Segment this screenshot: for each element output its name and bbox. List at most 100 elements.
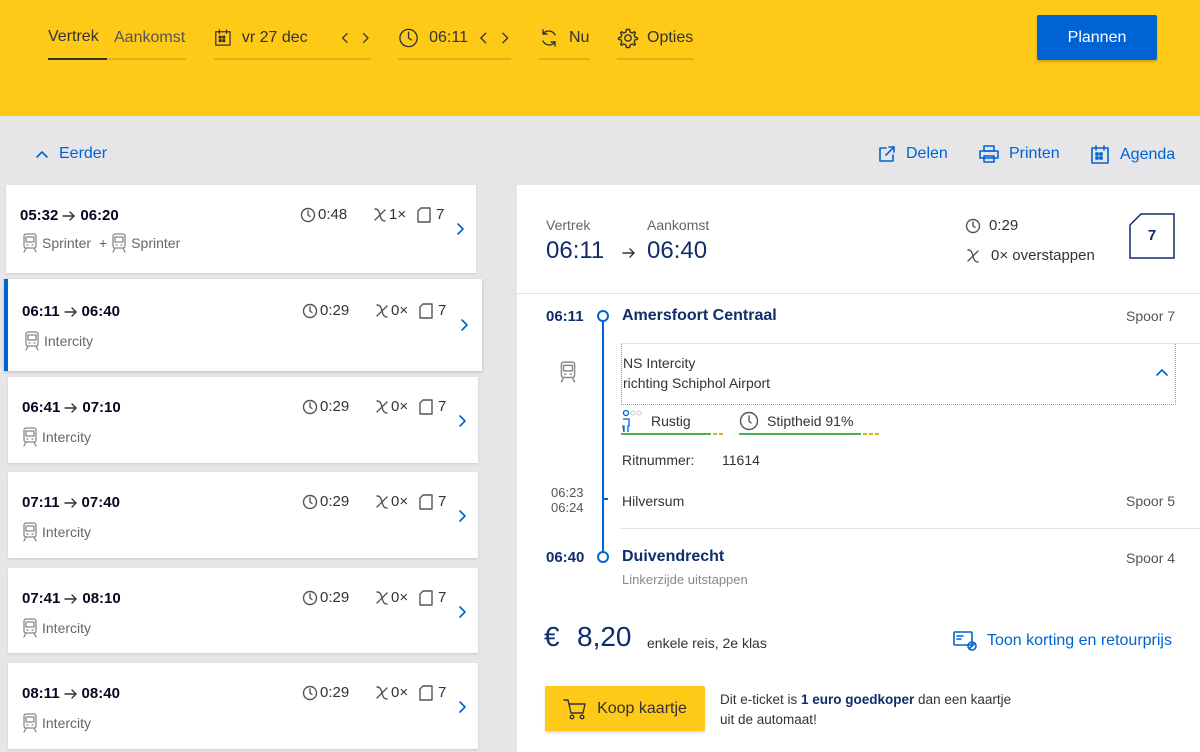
trip-changes: 0× <box>374 398 408 415</box>
trip-card[interactable]: 08:11 08:40 0:29 0× 7 Intercity <box>8 663 478 749</box>
trip-card[interactable]: 06:41 07:10 0:29 0× 7 Intercity <box>8 377 478 463</box>
buy-label: Koop kaartje <box>597 699 687 717</box>
clock-icon <box>739 411 759 431</box>
trip-card[interactable]: 07:41 08:10 0:29 0× 7 Intercity <box>8 568 478 653</box>
now-button[interactable]: Nu <box>539 18 590 60</box>
duration-value: 0:29 <box>320 302 350 319</box>
arrive-time: 08:40 <box>81 685 120 702</box>
date-selector[interactable]: vr 27 dec <box>214 18 371 60</box>
eticket-note: Dit e-ticket is 1 euro goedkoper dan een… <box>720 690 1011 730</box>
exit-side-note: Linkerzijde uitstappen <box>622 572 748 587</box>
tab-vertrek[interactable]: Vertrek <box>48 18 107 60</box>
chevron-right-icon <box>457 223 464 235</box>
platform-icon <box>419 493 433 510</box>
crowding-label: Rustig <box>651 413 691 429</box>
trip-trains: Intercity <box>24 331 93 351</box>
detail-duration: 0:29 <box>965 217 1018 234</box>
trip-trains: Sprinter + Sprinter <box>22 233 180 253</box>
agenda-link[interactable]: Agenda <box>1090 145 1175 165</box>
chevron-right-icon <box>459 701 466 713</box>
trip-platform: 7 <box>419 684 446 701</box>
person-icon <box>622 409 642 433</box>
chevron-right-icon[interactable] <box>499 31 511 45</box>
eticket-bold: 1 euro goedkoper <box>801 692 915 707</box>
discount-link[interactable]: Toon korting en retourprijs <box>953 630 1172 652</box>
stop-tick <box>603 498 608 500</box>
trip-changes: 0× <box>374 302 408 319</box>
ritnummer-value: 11614 <box>722 452 760 468</box>
platform-badge-value: 7 <box>1147 227 1157 244</box>
platform-icon <box>419 589 433 606</box>
to-time: 06:40 <box>546 549 585 566</box>
share-link[interactable]: Delen <box>878 145 948 163</box>
arrow-right-icon <box>622 248 635 258</box>
clock-icon <box>965 218 981 233</box>
detail-changes: 0× overstappen <box>965 247 1095 264</box>
earlier-link[interactable]: Eerder <box>35 145 107 163</box>
changes-value: 0× overstappen <box>991 247 1095 264</box>
time-value: 06:11 <box>429 29 468 46</box>
punctuality-bar <box>739 433 861 435</box>
arrive-time: 06:40 <box>81 303 120 320</box>
trip-duration: 0:29 <box>302 493 349 510</box>
depart-time: 06:11 <box>22 303 60 320</box>
transfer-icon <box>376 590 388 605</box>
detail-arrive-time: 06:40 <box>647 237 708 264</box>
from-platform: Spoor 7 <box>1126 308 1176 324</box>
changes-value: 0× <box>391 493 409 510</box>
train-info-toggle[interactable]: NS Intercity richting Schiphol Airport <box>621 343 1176 405</box>
clock-icon <box>302 685 318 700</box>
trip-card[interactable]: 05:32 06:20 0:48 1× 7 Sprinter + Sprinte… <box>6 185 476 273</box>
transfer-icon <box>376 399 388 414</box>
from-station: Amersfoort Centraal <box>622 307 777 324</box>
trip-platform: 7 <box>419 302 446 319</box>
calendar-icon <box>1091 145 1109 164</box>
aankomst-label: Aankomst <box>647 217 710 233</box>
divider <box>621 528 1200 529</box>
train-icon <box>560 361 576 383</box>
buy-ticket-button[interactable]: Koop kaartje <box>545 686 705 731</box>
chevron-left-icon[interactable] <box>340 31 351 45</box>
stop-dot <box>597 310 609 322</box>
clock-icon <box>399 28 418 48</box>
train-type: Sprinter <box>131 235 181 251</box>
time-selector[interactable]: 06:11 <box>398 18 511 60</box>
trip-times: 07:11 07:40 <box>22 494 120 511</box>
plan-button[interactable]: Plannen <box>1037 15 1157 60</box>
eticket-text: uit de automaat! <box>720 712 817 727</box>
trip-platform: 7 <box>419 493 446 510</box>
trip-times: 06:11 06:40 <box>22 303 120 320</box>
platform-icon <box>419 398 433 415</box>
chevron-right-icon <box>459 510 466 522</box>
chevron-up-icon <box>36 151 48 158</box>
train-icon <box>23 618 37 638</box>
detail-depart-time: 06:11 <box>546 237 605 264</box>
changes-value: 1× <box>389 206 407 223</box>
trip-card-selected[interactable]: 06:11 06:40 0:29 0× 7 Intercity <box>4 279 482 371</box>
chevron-right-icon[interactable] <box>360 31 371 45</box>
train-icon <box>25 331 39 351</box>
divider <box>517 293 1200 294</box>
arrow-right-icon <box>62 210 76 221</box>
duration-value: 0:29 <box>320 398 350 415</box>
depart-time: 07:11 <box>22 494 60 511</box>
punctuality-label: Stiptheid 91% <box>767 413 854 429</box>
tab-aankomst[interactable]: Aankomst <box>114 29 185 47</box>
trip-times: 06:41 07:10 <box>22 399 121 416</box>
chevron-right-icon <box>459 606 466 618</box>
from-time: 06:11 <box>546 308 584 325</box>
chevron-left-icon[interactable] <box>478 31 490 45</box>
platform-value: 7 <box>436 206 445 223</box>
refresh-icon <box>542 29 556 47</box>
train-operator: NS Intercity <box>623 355 696 371</box>
options-button[interactable]: Opties <box>617 18 694 60</box>
platform-badge: 7 <box>1129 213 1175 259</box>
trip-trains: Intercity <box>22 713 91 733</box>
route-line <box>602 315 604 557</box>
clock-icon <box>302 303 318 318</box>
via-arrive-time: 06:23 <box>551 485 584 500</box>
price-value: 8,20 <box>577 621 632 652</box>
print-link[interactable]: Printen <box>979 145 1060 163</box>
trip-platform: 7 <box>417 206 444 223</box>
trip-card[interactable]: 07:11 07:40 0:29 0× 7 Intercity <box>8 472 478 558</box>
